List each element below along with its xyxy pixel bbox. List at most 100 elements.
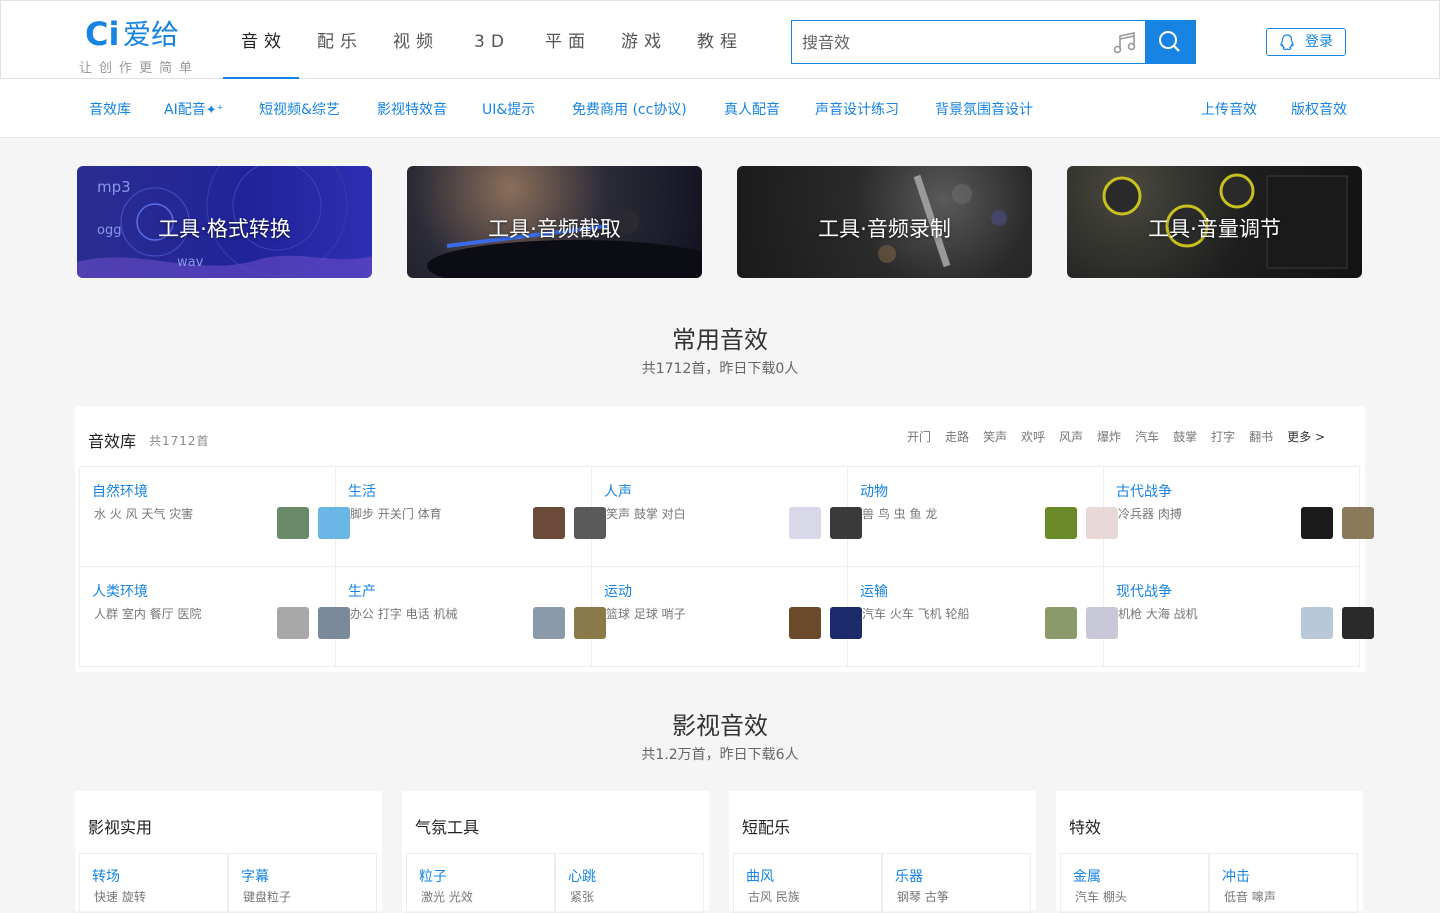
nav-tab-graphic[interactable]: 平面 [527, 1, 603, 79]
category-title[interactable]: 自然环境 [92, 481, 148, 501]
subcategory-cell[interactable]: 转场 快速 旋转 [79, 853, 228, 913]
subcategory-title[interactable]: 乐器 [895, 866, 923, 886]
nav-tab-video[interactable]: 视频 [375, 1, 451, 79]
film-category-card: 影视实用 转场 快速 旋转 字幕 键盘粒子 [75, 791, 382, 913]
tag-link[interactable]: 汽车 [1135, 428, 1159, 445]
banner-deco-ogg: ogg [97, 223, 121, 238]
category-grid: 自然环境水 火 风 天气 灾害 生活 脚步 开关门 体育 人声 笑声 鼓掌 对白 动物兽 … [79, 466, 1374, 667]
subcategory-desc: 键盘粒子 [243, 890, 292, 904]
more-link[interactable]: 更多 > [1287, 428, 1325, 445]
category-title[interactable]: 人声 [604, 481, 632, 501]
tag-link[interactable]: 打字 [1211, 428, 1235, 445]
subnav-free-cc[interactable]: 免费商用 (cc协议) [572, 99, 687, 119]
site-logo[interactable]: Ci 爱给 让创作更简单 [79, 15, 205, 76]
category-title[interactable]: 人类环境 [92, 581, 148, 601]
category-thumbnail[interactable] [1301, 507, 1333, 539]
category-title[interactable]: 动物 [860, 481, 888, 501]
banner-volume-adjust[interactable]: 工具·音量调节 [1067, 166, 1362, 278]
category-thumbnail[interactable] [789, 607, 821, 639]
tag-link[interactable]: 走路 [945, 428, 969, 445]
nav-tab-sound-effects[interactable]: 音效 [223, 1, 299, 79]
subcategory-title[interactable]: 字幕 [241, 866, 269, 886]
banner-format-convert[interactable]: mp3 ogg wav 工具·格式转换 [77, 166, 372, 278]
search-box [791, 20, 1147, 64]
subnav-film-effects[interactable]: 影视特效音 [377, 99, 447, 119]
logo-name: 爱给 [123, 18, 180, 51]
category-title[interactable]: 运动 [604, 581, 632, 601]
category-cell[interactable]: 运输 汽车 火车 飞机 轮船 [848, 567, 1118, 667]
tag-link[interactable]: 欢呼 [1021, 428, 1045, 445]
category-thumbnail[interactable] [533, 607, 565, 639]
subcategory-cell[interactable]: 曲风 古风 民族 [733, 853, 882, 913]
category-title[interactable]: 现代战争 [1116, 581, 1172, 601]
logo-mark: Ci [85, 15, 120, 53]
category-thumbnail[interactable] [277, 607, 309, 639]
category-thumbnail[interactable] [789, 507, 821, 539]
category-title[interactable]: 生产 [348, 581, 376, 601]
tag-link[interactable]: 风声 [1059, 428, 1083, 445]
subnav-copyright[interactable]: 版权音效 [1291, 99, 1347, 119]
search-input[interactable] [802, 31, 1102, 53]
category-cell[interactable]: 动物兽 鸟 虫 鱼 龙 [848, 467, 1118, 567]
banner-label: 工具·格式转换 [158, 217, 291, 241]
subnav-sound-library[interactable]: 音效库 [89, 99, 131, 119]
music-note-icon[interactable] [1112, 31, 1138, 55]
category-desc: 兽 鸟 虫 鱼 龙 [862, 507, 938, 521]
category-title[interactable]: 古代战争 [1116, 481, 1172, 501]
banner-audio-record[interactable]: 工具·音频录制 [737, 166, 1032, 278]
sound-library-card: 音效库 共1712首 开门 走路 笑声 欢呼 风声 爆炸 汽车 鼓掌 打字 翻书… [75, 406, 1374, 672]
sub-nav: 音效库 AI配音✦⁺ 短视频&综艺 影视特效音 UI&提示 免费商用 (cc协议… [0, 79, 1440, 138]
subcategory-title[interactable]: 曲风 [746, 866, 774, 886]
card-title: 短配乐 [742, 818, 791, 837]
category-cell[interactable]: 古代战争 冷兵器 肉搏 [1104, 467, 1374, 567]
category-thumbnail[interactable] [1342, 507, 1374, 539]
tag-link[interactable]: 翻书 [1249, 428, 1273, 445]
subcategory-cell[interactable]: 金属 汽车 棚头 [1060, 853, 1209, 913]
category-cell[interactable]: 人声 笑声 鼓掌 对白 [592, 467, 862, 567]
subnav-upload[interactable]: 上传音效 [1201, 99, 1257, 119]
category-thumbnail[interactable] [1045, 607, 1077, 639]
category-thumbnail[interactable] [533, 507, 565, 539]
subcategory-title[interactable]: 转场 [92, 866, 120, 886]
category-cell[interactable]: 生产 办公 打字 电话 机械 [336, 567, 606, 667]
subnav-ai-voice[interactable]: AI配音✦⁺ [164, 99, 223, 119]
login-button[interactable]: 登录 [1266, 28, 1346, 56]
category-cell[interactable]: 人类环境 人群 室内 餐厅 医院 [80, 567, 350, 667]
category-cell[interactable]: 现代战争 机枪 大海 战机 [1104, 567, 1374, 667]
category-title[interactable]: 生活 [348, 481, 376, 501]
search-button[interactable] [1145, 20, 1196, 64]
tag-link[interactable]: 爆炸 [1097, 428, 1121, 445]
subcategory-title[interactable]: 粒子 [419, 866, 447, 886]
subnav-human-voice[interactable]: 真人配音 [724, 99, 780, 119]
subcategory-title[interactable]: 冲击 [1222, 866, 1250, 886]
subcategory-cell[interactable]: 冲击 低音 嗥声 [1209, 853, 1358, 913]
category-thumbnail[interactable] [1045, 507, 1077, 539]
category-cell[interactable]: 自然环境水 火 风 天气 灾害 [80, 467, 350, 567]
category-thumbnail[interactable] [1301, 607, 1333, 639]
subnav-ui-prompts[interactable]: UI&提示 [482, 99, 535, 119]
nav-tab-tutorial[interactable]: 教程 [679, 1, 755, 79]
tag-link[interactable]: 鼓掌 [1173, 428, 1197, 445]
nav-tab-music[interactable]: 配乐 [299, 1, 375, 79]
subcategory-desc: 快速 旋转 [94, 890, 146, 904]
category-cell[interactable]: 运动 篮球 足球 哨子 [592, 567, 862, 667]
subcategory-cell[interactable]: 心跳 紧张 [555, 853, 704, 913]
banner-audio-cut[interactable]: 工具·音频截取 [407, 166, 702, 278]
subcategory-cell[interactable]: 乐器 钢琴 古筝 [882, 853, 1031, 913]
tag-link[interactable]: 笑声 [983, 428, 1007, 445]
subnav-ambience-design[interactable]: 背景氛围音设计 [935, 99, 1033, 119]
subcategory-cell[interactable]: 字幕 键盘粒子 [228, 853, 377, 913]
nav-tab-game[interactable]: 游戏 [603, 1, 679, 79]
subnav-sound-design[interactable]: 声音设计练习 [815, 99, 899, 119]
subcategory-title[interactable]: 心跳 [568, 866, 596, 886]
category-thumbnail[interactable] [277, 507, 309, 539]
category-cell[interactable]: 生活 脚步 开关门 体育 [336, 467, 606, 567]
tag-link[interactable]: 开门 [907, 428, 931, 445]
subcategory-cell[interactable]: 粒子 激光 光效 [406, 853, 555, 913]
subcategory-title[interactable]: 金属 [1073, 866, 1101, 886]
section-subtitle-common: 共1712首，昨日下载0人 [641, 361, 799, 377]
category-thumbnail[interactable] [1342, 607, 1374, 639]
nav-tab-3d[interactable]: 3D [451, 1, 527, 79]
category-title[interactable]: 运输 [860, 581, 888, 601]
subnav-short-video[interactable]: 短视频&综艺 [259, 99, 340, 119]
